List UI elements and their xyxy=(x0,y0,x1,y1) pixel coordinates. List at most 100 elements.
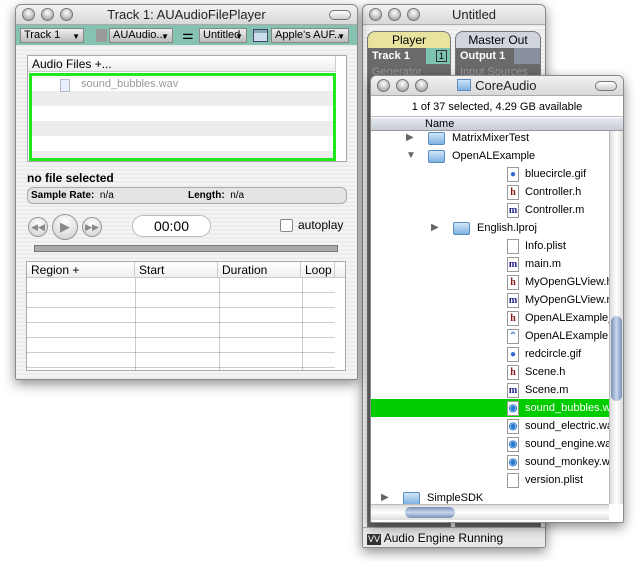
file-list: ▶ MatrixMixerTest ▼ OpenALExample ● bluecircl… xyxy=(371,131,623,504)
scroll-thumb[interactable] xyxy=(611,316,622,401)
column-start[interactable]: Start xyxy=(135,262,218,277)
track-popup[interactable]: Track 1 xyxy=(20,28,84,43)
file-status: no file selected xyxy=(27,171,114,185)
file-name: main.m xyxy=(525,258,562,270)
source-file-icon: m xyxy=(507,293,519,308)
folder-icon xyxy=(428,150,445,163)
folder-icon xyxy=(403,492,420,504)
file-row[interactable]: ◉ sound_monkey.wav xyxy=(371,453,621,471)
column-loop[interactable]: Loop xyxy=(301,262,335,277)
file-row[interactable]: Info.plist xyxy=(371,237,609,255)
view-popup[interactable]: Apple's AUF... xyxy=(271,28,349,43)
unit-icon xyxy=(96,29,107,42)
xcode-project-icon: ⌃ xyxy=(507,329,519,344)
playback-progress-bar[interactable] xyxy=(34,245,338,252)
file-name: sound_electric.wav xyxy=(525,420,619,432)
file-name: Scene.m xyxy=(525,384,569,396)
preset-popup[interactable]: Untitled xyxy=(199,28,247,43)
fast-forward-button[interactable]: ▶▶ xyxy=(82,217,102,237)
zoom-button[interactable] xyxy=(60,8,73,21)
folder-icon xyxy=(428,132,445,145)
source-file-icon: m xyxy=(507,383,519,398)
untitled-title-bar[interactable]: Untitled xyxy=(363,5,545,25)
folder-icon xyxy=(457,79,472,91)
image-file-icon: ● xyxy=(507,167,519,182)
name-column-header[interactable]: Name xyxy=(371,118,623,131)
sliders-icon: ⚌ xyxy=(182,27,194,42)
audio-files-list[interactable]: Audio Files +... sound_bubbles.wav xyxy=(27,55,347,162)
file-row[interactable]: h Controller.h xyxy=(371,183,609,201)
file-row[interactable]: ⌃OpenALExample.xcodeproj xyxy=(371,327,623,345)
file-row[interactable]: ● redcircle.gif xyxy=(371,345,609,363)
disclosure-triangle[interactable]: ▶ xyxy=(431,219,439,237)
file-row[interactable]: ▶ SimpleSDK xyxy=(371,489,609,504)
zoom-button[interactable] xyxy=(407,8,420,21)
header-file-icon: h xyxy=(507,275,519,290)
file-name: English.lproj xyxy=(477,222,537,234)
unit-popup[interactable]: AUAudio... xyxy=(109,28,173,43)
file-row[interactable]: ▼ OpenALExample xyxy=(371,147,609,165)
file-name: sound_monkey.wav xyxy=(525,456,622,468)
scroll-thumb[interactable] xyxy=(405,507,455,518)
disclosure-triangle[interactable]: ▶ xyxy=(381,489,389,504)
disclosure-triangle[interactable]: ▶ xyxy=(406,131,414,147)
file-row[interactable]: ◉ sound_engine.wav xyxy=(371,435,617,453)
close-button[interactable] xyxy=(22,8,35,21)
file-row[interactable]: ▶ MatrixMixerTest xyxy=(371,131,609,147)
horizontal-scrollbar[interactable] xyxy=(371,504,609,520)
file-name: OpenALExample xyxy=(452,150,536,162)
file-list-item[interactable]: sound_bubbles.wav xyxy=(81,78,178,90)
autoplay-checkbox[interactable] xyxy=(280,219,293,232)
file-row[interactable]: h Scene.h xyxy=(371,363,609,381)
track-label: Track 1 xyxy=(368,48,426,64)
file-row[interactable]: version.plist xyxy=(371,471,609,489)
toolbar-toggle-button[interactable] xyxy=(595,81,617,91)
file-row[interactable]: ▶ English.lproj xyxy=(371,219,609,237)
file-name: bluecircle.gif xyxy=(525,168,587,180)
file-name: MyOpenGLView.h xyxy=(525,276,613,288)
file-row[interactable]: m Scene.m xyxy=(371,381,609,399)
file-row[interactable]: ◉ sound_bubbles.wav xyxy=(371,399,622,417)
finder-title-bar[interactable]: CoreAudio xyxy=(371,76,623,96)
file-row[interactable]: m MyOpenGLView.m xyxy=(371,291,616,309)
audio-file-icon xyxy=(60,79,70,92)
vertical-scrollbar[interactable] xyxy=(609,131,623,504)
close-button[interactable] xyxy=(377,79,390,92)
finder-status: 1 of 37 selected, 4.29 GB available xyxy=(371,97,623,117)
disclosure-triangle[interactable]: ▼ xyxy=(406,147,416,165)
column-region[interactable]: Region + xyxy=(27,262,135,277)
file-info-bar: Sample Rate: n/a Length: n/a xyxy=(27,187,347,204)
player-title-bar[interactable]: Track 1: AUAudioFilePlayer xyxy=(16,5,357,25)
file-row[interactable]: m main.m xyxy=(371,255,609,273)
file-name: Controller.m xyxy=(525,204,585,216)
file-row[interactable]: ◉ sound_electric.wav xyxy=(371,417,619,435)
audio-file-icon: ◉ xyxy=(507,401,519,416)
tab-label: Player xyxy=(391,33,426,47)
waveform-icon: VV xyxy=(367,534,382,545)
close-button[interactable] xyxy=(369,8,382,21)
toolbar-toggle-button[interactable] xyxy=(329,10,351,20)
length-label: Length: xyxy=(188,190,225,201)
region-table[interactable]: Region + Start Duration Loop xyxy=(26,261,346,371)
sample-rate-value: n/a xyxy=(99,190,114,201)
drop-zone[interactable]: sound_bubbles.wav xyxy=(29,73,336,161)
play-button[interactable]: ▶ xyxy=(52,214,78,240)
rewind-button[interactable]: ◀◀ xyxy=(28,217,48,237)
autoplay-label: autoplay xyxy=(298,218,344,232)
zoom-button[interactable] xyxy=(415,79,428,92)
region-table-body xyxy=(27,278,335,370)
column-duration[interactable]: Duration xyxy=(218,262,301,277)
header-file-icon: h xyxy=(507,185,519,200)
file-row[interactable]: hOpenALExample_Prefix.pch xyxy=(371,309,623,327)
folder-icon xyxy=(453,222,470,235)
minimize-button[interactable] xyxy=(41,8,54,21)
audio-files-header[interactable]: Audio Files +... xyxy=(28,56,336,72)
file-row[interactable]: h MyOpenGLView.h xyxy=(371,273,613,291)
file-row[interactable]: ● bluecircle.gif xyxy=(371,165,609,183)
minimize-button[interactable] xyxy=(396,79,409,92)
tab-label: Master Out xyxy=(468,33,528,47)
file-row[interactable]: m Controller.m xyxy=(371,201,609,219)
status-bar: VV Audio Engine Running xyxy=(363,527,545,547)
minimize-button[interactable] xyxy=(388,8,401,21)
window-title: Track 1: AUAudioFilePlayer xyxy=(107,7,266,22)
